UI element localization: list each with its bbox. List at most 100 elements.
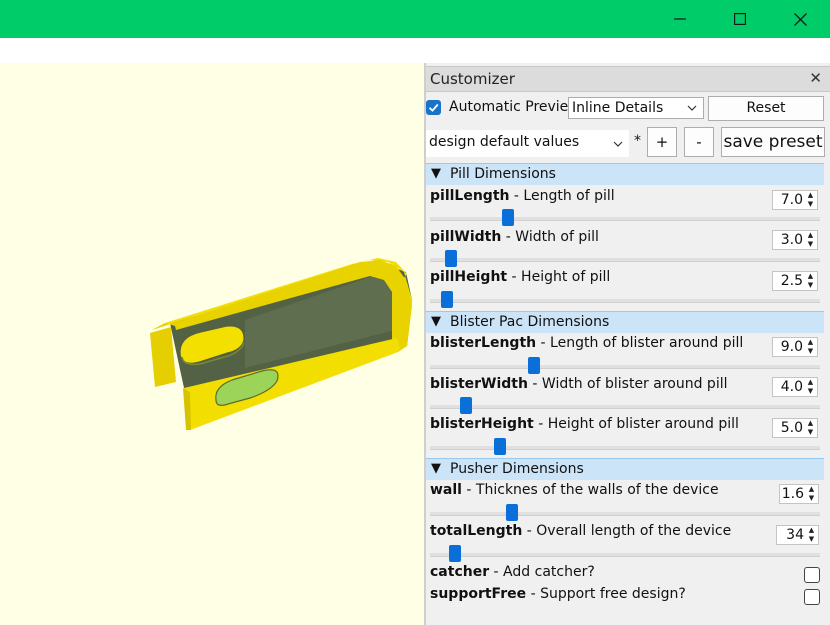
param-desc: - Height of pill (507, 269, 611, 285)
param-name: blisterWidth (430, 376, 528, 392)
spin-value: 4.0 (780, 379, 803, 395)
close-icon (793, 12, 807, 26)
blisterLength-slider-thumb[interactable] (528, 357, 540, 374)
blisterHeight-slider-track[interactable] (430, 438, 820, 455)
param-desc: - Length of pill (509, 188, 615, 204)
maximize-icon (734, 13, 746, 25)
pillHeight-slider-thumb[interactable] (441, 291, 453, 308)
preset-modified-marker: * (634, 133, 641, 149)
supportFree-checkbox[interactable] (804, 589, 820, 605)
param-name: pillWidth (430, 229, 502, 245)
collapse-triangle-icon: ▼ (431, 166, 441, 181)
spin-value: 5.0 (780, 420, 803, 436)
customizer-panel: Customizer ✕ Automatic Preview Inline De… (426, 63, 830, 625)
catcher-checkbox[interactable] (804, 567, 820, 583)
param-label-supportFree: supportFree - Support free design? (430, 586, 686, 602)
close-panel-icon[interactable]: ✕ (809, 69, 822, 87)
totalLength-slider-thumb[interactable] (449, 545, 461, 562)
spin-arrows-icon[interactable]: ▲ ▼ (805, 338, 816, 356)
blisterLength-spinbox[interactable]: 9.0 ▲ ▼ (772, 337, 818, 357)
3d-viewport[interactable] (0, 63, 424, 625)
param-desc: - Support free design? (526, 586, 686, 602)
param-desc: - Thicknes of the walls of the device (461, 482, 719, 498)
minimize-button[interactable] (650, 0, 710, 38)
details-select[interactable]: Inline Details (568, 97, 704, 119)
check-icon (428, 103, 439, 112)
blisterWidth-slider-thumb[interactable] (460, 397, 472, 414)
pillWidth-slider-track[interactable] (430, 250, 820, 267)
close-window-button[interactable] (770, 0, 830, 38)
param-desc: - Add catcher? (489, 564, 595, 580)
param-name: wall (430, 482, 462, 498)
param-label-blisterWidth: blisterWidth - Width of blister around p… (430, 376, 728, 392)
pillWidth-slider-thumb[interactable] (445, 250, 457, 267)
spin-value: 9.0 (780, 339, 803, 355)
group-label: Pill Dimensions (450, 166, 556, 182)
preset-select[interactable]: design default values (426, 130, 629, 157)
spin-arrows-icon[interactable]: ▲ ▼ (805, 378, 816, 396)
remove-preset-button[interactable]: - (684, 127, 714, 157)
automatic-preview-checkbox[interactable] (426, 100, 441, 115)
menu-strip (0, 38, 830, 63)
pill-pusher-model (150, 258, 412, 430)
spin-value: 1.6 (781, 486, 804, 502)
spin-arrows-icon[interactable]: ▲ ▼ (806, 526, 817, 544)
group-pill-dimensions[interactable]: ▼ Pill Dimensions (426, 163, 824, 185)
minimize-icon (674, 18, 686, 20)
window-title-bar (0, 0, 830, 38)
param-name: pillLength (430, 188, 510, 204)
blisterLength-slider-track[interactable] (430, 357, 820, 374)
group-blister-pac-dimensions[interactable]: ▼ Blister Pac Dimensions (426, 311, 824, 333)
pillWidth-spinbox[interactable]: 3.0 ▲ ▼ (772, 230, 818, 250)
pillLength-spinbox[interactable]: 7.0 ▲ ▼ (772, 190, 818, 210)
totalLength-spinbox[interactable]: 34 ▲ ▼ (776, 525, 819, 545)
param-label-blisterHeight: blisterHeight - Height of blister around… (430, 416, 739, 432)
pillLength-slider-thumb[interactable] (502, 209, 514, 226)
spin-arrows-icon[interactable]: ▲ ▼ (805, 191, 816, 209)
wall-slider-thumb[interactable] (506, 504, 518, 521)
param-desc: - Width of pill (501, 229, 599, 245)
param-label-wall: wall - Thicknes of the walls of the devi… (430, 482, 719, 498)
group-pusher-dimensions[interactable]: ▼ Pusher Dimensions (426, 458, 824, 480)
param-name: totalLength (430, 523, 523, 539)
param-name: catcher (430, 564, 490, 580)
reset-button[interactable]: Reset (708, 96, 824, 121)
param-name: pillHeight (430, 269, 508, 285)
param-name: supportFree (430, 586, 527, 602)
blisterWidth-spinbox[interactable]: 4.0 ▲ ▼ (772, 377, 818, 397)
param-desc: - Length of blister around pill (536, 335, 744, 351)
param-label-pillLength: pillLength - Length of pill (430, 188, 615, 204)
customizer-header: Customizer ✕ (426, 66, 830, 92)
spin-arrows-icon[interactable]: ▲ ▼ (805, 231, 816, 249)
param-name: blisterHeight (430, 416, 534, 432)
param-label-pillHeight: pillHeight - Height of pill (430, 269, 610, 285)
param-label-catcher: catcher - Add catcher? (430, 564, 595, 580)
spin-arrows-icon[interactable]: ▲ ▼ (806, 485, 817, 503)
group-label: Pusher Dimensions (450, 461, 584, 477)
details-select-value: Inline Details (572, 100, 664, 116)
automatic-preview-label: Automatic Preview (449, 99, 580, 115)
chevron-down-icon (687, 99, 697, 119)
maximize-button[interactable] (710, 0, 770, 38)
pillHeight-slider-track[interactable] (430, 291, 820, 308)
add-preset-button[interactable]: + (647, 127, 677, 157)
blisterHeight-slider-thumb[interactable] (494, 438, 506, 455)
collapse-triangle-icon: ▼ (431, 461, 441, 476)
param-desc: - Width of blister around pill (527, 376, 728, 392)
wall-slider-track[interactable] (430, 504, 820, 521)
param-desc: - Height of blister around pill (533, 416, 739, 432)
wall-spinbox[interactable]: 1.6 ▲ ▼ (779, 484, 819, 504)
spin-arrows-icon[interactable]: ▲ ▼ (805, 272, 816, 290)
group-label: Blister Pac Dimensions (450, 314, 610, 330)
collapse-triangle-icon: ▼ (431, 314, 441, 329)
param-label-blisterLength: blisterLength - Length of blister around… (430, 335, 743, 351)
spin-value: 3.0 (780, 232, 803, 248)
spin-arrows-icon[interactable]: ▲ ▼ (805, 419, 816, 437)
save-preset-button[interactable]: save preset (721, 127, 825, 157)
blisterWidth-slider-track[interactable] (430, 397, 820, 414)
blisterHeight-spinbox[interactable]: 5.0 ▲ ▼ (772, 418, 818, 438)
pillLength-slider-track[interactable] (430, 209, 820, 226)
pillHeight-spinbox[interactable]: 2.5 ▲ ▼ (772, 271, 818, 291)
totalLength-slider-track[interactable] (430, 545, 820, 562)
spin-value: 2.5 (780, 273, 803, 289)
